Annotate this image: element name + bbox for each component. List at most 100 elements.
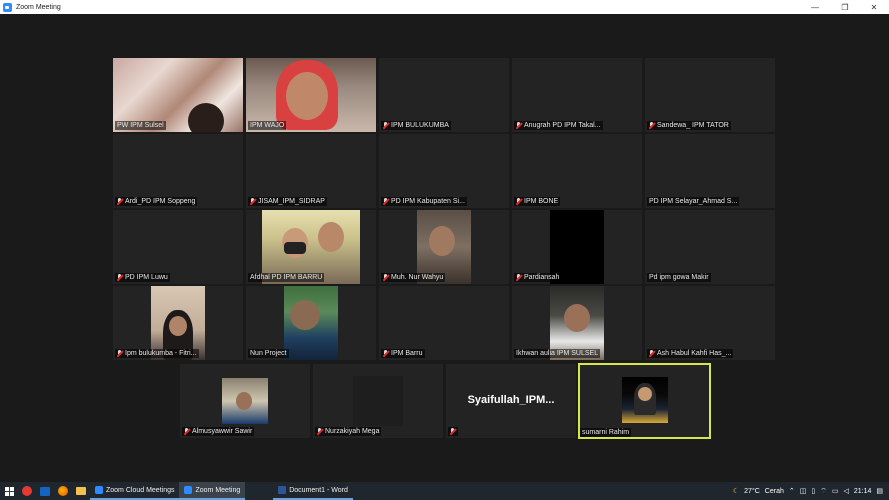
network-icon[interactable]: ◫ [800, 487, 807, 495]
participant-tile[interactable]: Ipm bulukumba - Fitri... [113, 286, 243, 360]
clock[interactable]: 21:14 [854, 488, 872, 495]
participant-name-label: IPM WAJO [248, 121, 287, 130]
participant-tile[interactable]: IPM WAJO [246, 58, 376, 132]
participant-tile[interactable]: PD IPM Selayar_Ahmad S... [645, 134, 775, 208]
word-icon [278, 486, 287, 494]
battery-icon[interactable]: ▭ [832, 487, 839, 495]
participant-name-label: Ash Habul Kahfi Has_... [647, 349, 734, 358]
muted-mic-icon [117, 198, 123, 205]
zoom-icon [95, 486, 103, 494]
participant-name-label: Nurzakiyah Mega [315, 427, 382, 436]
title-bar: Zoom Meeting — ❐ ✕ [0, 0, 889, 14]
windows-taskbar: Zoom Cloud Meetings Zoom Meeting Documen… [0, 482, 889, 500]
participant-name-label: Ikhwan aulia IPM SULSEL [514, 349, 601, 358]
muted-mic-icon [649, 122, 655, 129]
muted-mic-icon [516, 198, 522, 205]
muted-mic-icon [516, 274, 522, 281]
participant-name-label: Ipm bulukumba - Fitri... [115, 349, 199, 358]
muted-mic-icon [516, 122, 522, 129]
video-feed [353, 376, 403, 426]
outlook-icon[interactable] [36, 482, 54, 500]
participant-name-label: Muh. Nur Wahyu [381, 273, 446, 282]
participant-tile[interactable]: Afdhal PD IPM BARRU [246, 210, 376, 284]
minimize-icon[interactable]: — [800, 0, 830, 14]
participant-tile[interactable]: Pd ipm gowa Makir [645, 210, 775, 284]
weather-temp[interactable]: 27°C [744, 488, 760, 495]
participant-tile[interactable]: Syaifullah_IPM... [446, 364, 576, 438]
participant-tile[interactable]: PD IPM Kabupaten Si... [379, 134, 509, 208]
muted-mic-icon [117, 350, 123, 357]
muted-mic-icon [649, 350, 655, 357]
zoom-app-icon [3, 2, 12, 12]
participant-name-label: Afdhal PD IPM BARRU [248, 273, 325, 282]
muted-mic-icon [383, 274, 389, 281]
taskbar-app-zoom-cloud-meetings[interactable]: Zoom Cloud Meetings [90, 482, 180, 500]
gallery-view: PW IPM Sulsel IPM WAJO IPM BULUKUMBA Anu… [0, 14, 889, 482]
participant-name-label: Pd ipm gowa Makir [647, 273, 711, 282]
participant-name-label: Pardiansah [514, 273, 562, 282]
participant-tile[interactable]: Almusyawwir Sawir [180, 364, 310, 438]
video-feed [222, 378, 268, 424]
muted-mic-icon [317, 428, 323, 435]
chevron-up-icon[interactable]: ⌃ [789, 487, 795, 495]
participant-tile[interactable]: Nun Project [246, 286, 376, 360]
participant-name-label: sumarni Rahim [580, 428, 632, 437]
volume-icon[interactable]: ◁ [843, 487, 848, 495]
taskbar-app-zoom-meeting[interactable]: Zoom Meeting [179, 482, 246, 500]
participant-name-label: PD IPM Luwu [115, 273, 170, 282]
windows-start-icon[interactable] [0, 482, 18, 500]
participant-name-label: IPM BONE [514, 197, 561, 206]
participant-name-label: IPM BULUKUMBA [381, 121, 451, 130]
participant-tile[interactable]: Sandewa_ IPM TATOR [645, 58, 775, 132]
zoom-icon [184, 486, 193, 494]
video-feed [622, 377, 668, 423]
muted-mic-icon [383, 198, 389, 205]
file-explorer-icon[interactable] [72, 482, 90, 500]
participant-name-label: Nun Project [248, 349, 289, 358]
participant-tile[interactable]: Nurzakiyah Mega [313, 364, 443, 438]
muted-mic-icon [383, 122, 389, 129]
muted-mic-icon [250, 198, 256, 205]
participant-tile[interactable]: Anugrah PD IPM Takal... [512, 58, 642, 132]
participant-tile[interactable]: Pardiansah [512, 210, 642, 284]
participant-tile[interactable]: PW IPM Sulsel [113, 58, 243, 132]
participant-tile[interactable]: IPM Barru [379, 286, 509, 360]
wifi-icon[interactable]: ⌔ [820, 487, 827, 496]
notification-icon[interactable]: ▤ [876, 487, 883, 495]
maximize-icon[interactable]: ❐ [830, 0, 860, 14]
participant-tile[interactable]: PD IPM Luwu [113, 210, 243, 284]
participant-name-label: IPM Barru [381, 349, 425, 358]
participant-name-label: JISAM_IPM_SIDRAP [248, 197, 327, 206]
participant-display-name: Syaifullah_IPM... [467, 394, 555, 406]
close-icon[interactable]: ✕ [859, 0, 889, 14]
participant-name-label [448, 427, 458, 436]
weather-text[interactable]: Cerah [765, 488, 784, 495]
taskbar-app-word[interactable]: Document1 - Word [273, 482, 353, 500]
muted-mic-icon [184, 428, 190, 435]
participant-name-label: Anugrah PD IPM Takal... [514, 121, 603, 130]
participant-tile[interactable]: Ash Habul Kahfi Has_... [645, 286, 775, 360]
participant-tile[interactable]: Ardi_PD IPM Soppeng [113, 134, 243, 208]
participant-name-label: PD IPM Kabupaten Si... [381, 197, 467, 206]
participant-tile[interactable]: IPM BONE [512, 134, 642, 208]
muted-mic-icon [383, 350, 389, 357]
participant-tile[interactable]: IPM BULUKUMBA [379, 58, 509, 132]
participant-name-label: PW IPM Sulsel [115, 121, 166, 130]
muted-mic-icon [117, 274, 123, 281]
muted-mic-icon [450, 428, 456, 435]
active-speaker-tile[interactable]: sumarni Rahim [578, 363, 711, 439]
window-title: Zoom Meeting [16, 3, 61, 11]
participant-name-label: Ardi_PD IPM Soppeng [115, 197, 198, 206]
usb-icon[interactable]: ▯ [811, 487, 815, 495]
pinned-app-icon[interactable] [18, 482, 36, 500]
participant-tile[interactable]: JISAM_IPM_SIDRAP [246, 134, 376, 208]
participant-name-label: Almusyawwir Sawir [182, 427, 255, 436]
firefox-icon[interactable] [54, 482, 72, 500]
participant-name-label: PD IPM Selayar_Ahmad S... [647, 197, 740, 206]
system-tray: ☾ 27°C Cerah ⌃ ◫ ▯ ⌔ ▭ ◁ 21:14 ▤ [733, 482, 889, 500]
participant-tile[interactable]: Muh. Nur Wahyu [379, 210, 509, 284]
video-feed [284, 286, 338, 360]
weather-icon: ☾ [732, 488, 740, 495]
participant-name-label: Sandewa_ IPM TATOR [647, 121, 731, 130]
participant-tile[interactable]: Ikhwan aulia IPM SULSEL [512, 286, 642, 360]
